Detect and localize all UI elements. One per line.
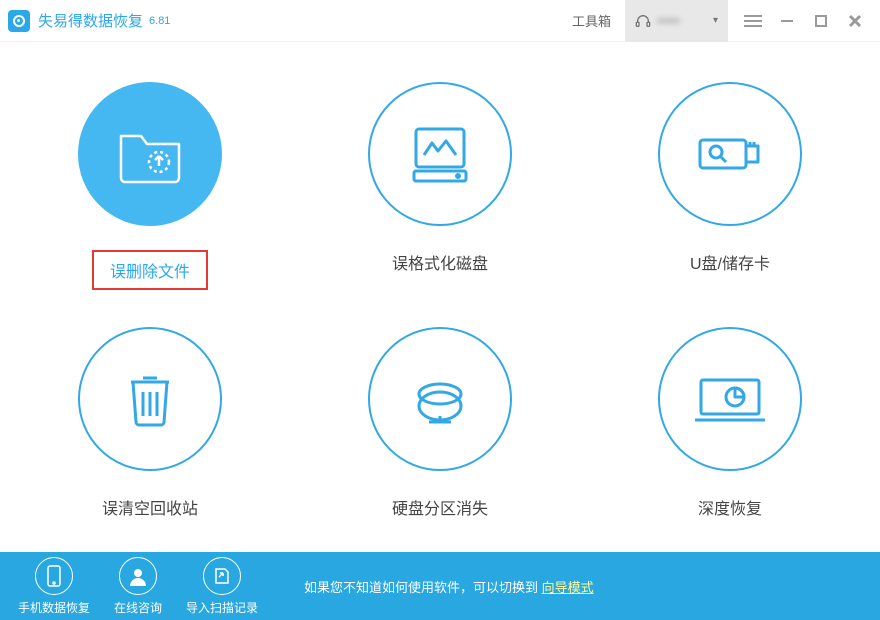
toolbox-label: 工具箱 [572, 11, 611, 30]
option-deleted-files-label: 误删除文件 [92, 250, 208, 290]
toolbox-button[interactable]: 工具箱 [572, 11, 611, 30]
hint-prefix: 如果您不知道如何使用软件，可以切换到 [304, 580, 542, 595]
footer: 手机数据恢复 在线咨询 导入扫描记录 如果您不知道如何使用软件，可以切换到 向导… [0, 552, 880, 620]
option-deep-recovery-label: 深度恢复 [698, 495, 762, 519]
user-dropdown[interactable]: ••••• ▾ [625, 0, 728, 42]
phone-icon [35, 557, 73, 595]
import-icon [203, 557, 241, 595]
minimize-button[interactable] [770, 0, 804, 42]
option-recycle-bin-label: 误清空回收站 [102, 495, 198, 519]
option-usb-card-label: U盘/储存卡 [690, 250, 770, 274]
option-deleted-files[interactable]: 误删除文件 [20, 82, 280, 307]
app-title: 失易得数据恢复 [38, 10, 143, 31]
usb-card-icon [658, 82, 802, 226]
phone-recovery-label: 手机数据恢复 [18, 599, 90, 616]
person-icon [119, 557, 157, 595]
import-scan-label: 导入扫描记录 [186, 599, 258, 616]
formatted-disk-icon [368, 82, 512, 226]
recovery-options-grid: 误删除文件 误格式化磁盘 U盘/储存卡 [0, 42, 880, 552]
maximize-button[interactable] [804, 0, 838, 42]
user-name-blurred: ••••• [657, 13, 707, 28]
online-chat-button[interactable]: 在线咨询 [96, 557, 180, 616]
app-version: 6.81 [149, 15, 170, 27]
import-scan-button[interactable]: 导入扫描记录 [180, 557, 264, 616]
option-lost-partition-label: 硬盘分区消失 [392, 495, 488, 519]
wizard-mode-link[interactable]: 向导模式 [542, 580, 594, 595]
menu-button[interactable] [736, 0, 770, 42]
recycle-bin-icon [78, 327, 222, 471]
option-deep-recovery[interactable]: 深度恢复 [600, 327, 860, 552]
option-formatted-disk-label: 误格式化磁盘 [392, 250, 488, 274]
app-logo-icon [8, 10, 30, 32]
footer-hint: 如果您不知道如何使用软件，可以切换到 向导模式 [304, 577, 594, 596]
option-lost-partition[interactable]: 硬盘分区消失 [310, 327, 570, 552]
option-recycle-bin[interactable]: 误清空回收站 [20, 327, 280, 552]
online-chat-label: 在线咨询 [114, 599, 162, 616]
headset-icon [635, 13, 651, 29]
deep-recovery-icon [658, 327, 802, 471]
close-button[interactable] [838, 0, 872, 42]
option-usb-card[interactable]: U盘/储存卡 [600, 82, 860, 307]
deleted-files-icon [78, 82, 222, 226]
chevron-down-icon: ▾ [713, 15, 718, 26]
option-formatted-disk[interactable]: 误格式化磁盘 [310, 82, 570, 307]
titlebar: 失易得数据恢复 6.81 工具箱 ••••• ▾ [0, 0, 880, 42]
lost-partition-icon [368, 327, 512, 471]
phone-recovery-button[interactable]: 手机数据恢复 [12, 557, 96, 616]
